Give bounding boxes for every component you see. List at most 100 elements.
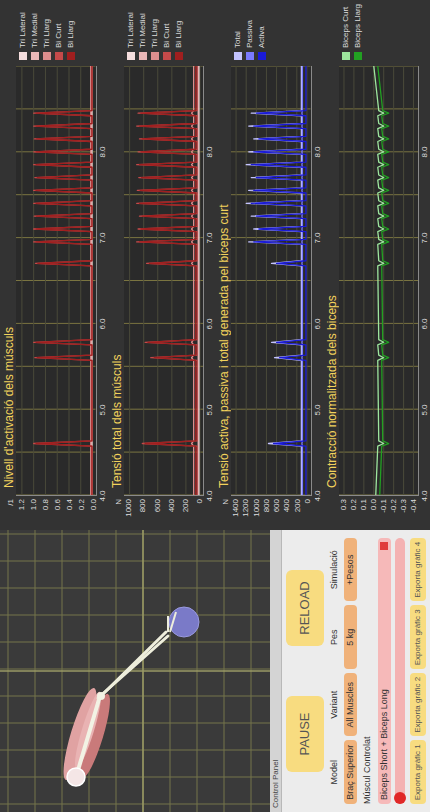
screen: Control PanelPAUSERELOADModelVariantPesS… xyxy=(0,0,430,812)
x-tick-label: 7.0 xyxy=(205,232,214,243)
app-window: Control PanelPAUSERELOADModelVariantPesS… xyxy=(0,0,430,812)
field-label: Model xyxy=(329,741,340,805)
x-tick-label: 6.0 xyxy=(205,318,214,329)
y-tick-label: 0.0 xyxy=(370,499,378,510)
control-panel: Control PanelPAUSERELOADModelVariantPesS… xyxy=(270,530,430,812)
legend-item: Tri Lateral xyxy=(18,0,28,60)
legend-swatch xyxy=(67,52,75,60)
x-tick-label: 5.0 xyxy=(420,404,429,415)
y-axis: 0200400600800100012001400 xyxy=(231,496,312,526)
chart-plot xyxy=(231,66,312,496)
pause-button[interactable]: PAUSE xyxy=(286,696,324,772)
chart: NTensió activa, passiva i total generada… xyxy=(215,0,323,526)
y-tick-label: -0.3 xyxy=(400,499,408,513)
x-axis: 4.05.06.07.08.0 xyxy=(312,66,323,496)
legend-swatch xyxy=(151,52,159,60)
chart-header: NTensió total dels músculs xyxy=(108,0,124,526)
chart-title: Tensió activa, passiva i total generada … xyxy=(217,205,231,497)
y-tick-label: 0.6 xyxy=(54,499,62,510)
chart-canvas xyxy=(16,66,96,495)
y-tick-label: 0.4 xyxy=(66,499,74,510)
reload-button[interactable]: RELOAD xyxy=(286,570,324,646)
legend-label: Tri Llarg xyxy=(150,19,160,48)
series-line xyxy=(251,66,306,495)
legend-swatch xyxy=(258,52,266,60)
legend-item: Bi Curt xyxy=(54,0,64,60)
y-tick-label: -0.2 xyxy=(390,499,398,513)
field-dropdown[interactable]: All Muscles xyxy=(344,673,357,737)
series-line xyxy=(139,66,195,495)
legend-item: Activa xyxy=(257,0,267,60)
legend-label: Tri Lateral xyxy=(126,12,136,48)
y-axis: 02004006008001000 xyxy=(124,496,205,526)
field-values: Braç Superior All Muscles 5 kg +Pesos xyxy=(344,538,357,804)
legend-label: Passiva xyxy=(245,20,255,48)
y-tick-label: 0.3 xyxy=(340,499,348,510)
legend-label: Bi Curt xyxy=(54,24,64,48)
y-tick-label: 1200 xyxy=(242,499,250,517)
y-tick-label: 400 xyxy=(168,499,176,512)
x-tick-label: 6.0 xyxy=(420,318,429,329)
x-tick-label: 6.0 xyxy=(313,318,322,329)
legend-swatch xyxy=(31,52,39,60)
x-tick-label: 5.0 xyxy=(98,404,107,415)
legend-swatch xyxy=(127,52,135,60)
field-dropdown[interactable]: 5 kg xyxy=(344,606,357,670)
field-dropdown[interactable]: +Pesos xyxy=(344,538,357,602)
legend-swatch xyxy=(354,52,362,60)
legend-item: Bi Llarg xyxy=(174,0,184,60)
x-tick-label: 4.0 xyxy=(205,490,214,501)
slider-track[interactable] xyxy=(395,538,405,804)
legend-label: Tri Lateral xyxy=(18,12,28,48)
export-button[interactable]: Exporta gràfic 4 xyxy=(410,538,426,602)
legend-item: Biceps Curt xyxy=(341,0,351,60)
chart-legend: Tri LateralTri MedialTri LlargBi CurtBi … xyxy=(16,0,97,66)
legend-item: Bi Llarg xyxy=(66,0,76,60)
chart-header: /1Nivell d'activació dels músculs xyxy=(0,0,16,526)
export-button[interactable]: Exporta gràfic 1 xyxy=(410,741,426,805)
panel-title-bar: Control Panel xyxy=(270,530,282,812)
chart: NTensió total dels músculs02004006008001… xyxy=(108,0,216,526)
field-label: Simulació xyxy=(329,538,340,602)
legend-label: Tri Medial xyxy=(30,13,40,48)
series-line xyxy=(377,66,388,495)
chart-unit: /1 xyxy=(6,496,16,526)
controlled-muscle-value: Biceps Short + Biceps Long xyxy=(379,689,390,800)
y-tick-label: 1400 xyxy=(232,499,240,517)
dropdown-arrow-icon xyxy=(380,542,388,550)
chart-plot xyxy=(124,66,205,496)
arm-canvas xyxy=(0,530,270,812)
series-line xyxy=(90,66,91,495)
y-tick-label: 200 xyxy=(182,499,190,512)
y-tick-label: 0.2 xyxy=(350,499,358,510)
x-tick-label: 8.0 xyxy=(420,146,429,157)
legend-label: Bi Llarg xyxy=(174,21,184,48)
chart-body: 02004006008001000Tri LateralTri MedialTr… xyxy=(124,0,205,526)
y-tick-label: -0.4 xyxy=(410,499,418,513)
export-button[interactable]: Exporta gràfic 2 xyxy=(410,673,426,737)
x-tick-label: 4.0 xyxy=(98,490,107,501)
slider-thumb[interactable] xyxy=(394,792,406,804)
legend-item: Bi Curt xyxy=(162,0,172,60)
chart-canvas xyxy=(124,66,204,495)
field-label: Variant xyxy=(329,673,340,737)
y-tick-label: 800 xyxy=(263,499,271,512)
chart-title: Nivell d'activació dels músculs xyxy=(2,327,16,496)
x-tick-label: 8.0 xyxy=(313,146,322,157)
export-button[interactable]: Exporta gràfic 3 xyxy=(410,606,426,670)
x-axis: 4.05.06.07.08.0 xyxy=(204,66,215,496)
legend-swatch xyxy=(55,52,63,60)
legend-swatch xyxy=(246,52,254,60)
chart: /1Nivell d'activació dels músculs0.00.20… xyxy=(0,0,108,526)
chart-unit: N xyxy=(221,496,231,526)
panel-body: PAUSERELOADModelVariantPesSimulacióBraç … xyxy=(282,530,430,812)
legend-label: Biceps Curt xyxy=(341,7,351,48)
legend-swatch xyxy=(43,52,51,60)
y-tick-label: 0.1 xyxy=(360,499,368,510)
legend-label: Total xyxy=(233,31,243,48)
series-line xyxy=(198,66,199,495)
controlled-muscle-dropdown[interactable]: Biceps Short + Biceps Long xyxy=(378,538,391,804)
field-dropdown[interactable]: Braç Superior xyxy=(344,741,357,805)
legend-item: Total xyxy=(233,0,243,60)
x-tick-label: 8.0 xyxy=(98,146,107,157)
